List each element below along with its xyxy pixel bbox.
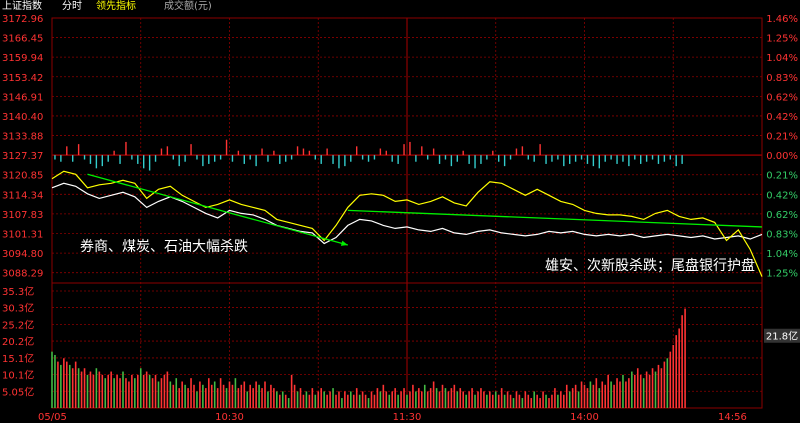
pct-tick-label: 0.62% (766, 210, 798, 221)
price-tick-label: 3101.31 (2, 230, 43, 241)
time-tick-label: 14:56 (718, 412, 747, 423)
volume-tick-label: 35.3亿 (2, 285, 34, 298)
pct-tick-label: 1.25% (766, 269, 798, 280)
pct-tick-label: 0.62% (766, 92, 798, 103)
pct-tick-label: 0.00% (766, 151, 798, 162)
price-tick-label: 3166.45 (2, 34, 43, 45)
time-tick-label: 05/05 (38, 412, 67, 423)
annotation-left: 券商、煤炭、石油大幅杀跌 (80, 239, 248, 255)
time-tick-label: 11:30 (393, 412, 422, 423)
pct-tick-label: 0.21% (766, 171, 798, 182)
pct-tick-label: 0.42% (766, 190, 798, 201)
pct-tick-label: 1.25% (766, 34, 798, 45)
volume-tick-label: 30.3亿 (2, 302, 34, 315)
price-tick-label: 3153.42 (2, 73, 43, 84)
volume-tick-label: 15.1亿 (2, 352, 34, 365)
pct-tick-label: 1.04% (766, 53, 798, 64)
pct-tick-label: 0.21% (766, 132, 798, 143)
price-tick-label: 3159.94 (2, 53, 43, 64)
price-tick-label: 3172.96 (2, 14, 43, 25)
price-tick-label: 3133.88 (2, 132, 43, 143)
trend-line (87, 173, 349, 246)
volume-tick-label: 20.2亿 (2, 335, 34, 348)
volume-tick-label: 10.1亿 (2, 369, 34, 382)
price-tick-label: 3114.34 (2, 190, 43, 201)
price-tick-label: 3146.91 (2, 92, 43, 103)
price-tick-label: 3127.37 (2, 151, 43, 162)
time-tick-label: 10:30 (215, 412, 244, 423)
price-tick-label: 3120.85 (2, 171, 43, 182)
volume-tick-label: 5.05亿 (2, 385, 34, 398)
price-tick-label: 3094.80 (2, 249, 43, 260)
pct-tick-label: 0.83% (766, 230, 798, 241)
pct-tick-label: 0.42% (766, 112, 798, 123)
pct-tick-label: 1.46% (766, 14, 798, 25)
pct-tick-label: 1.04% (766, 249, 798, 260)
price-tick-label: 3088.29 (2, 269, 43, 280)
price-tick-label: 3140.40 (2, 112, 43, 123)
annotation-right: 雄安、次新股杀跌；尾盘银行护盘 (545, 258, 755, 274)
time-tick-label: 14:00 (570, 412, 599, 423)
pct-tick-label: 0.83% (766, 73, 798, 84)
volume-current-label: 21.8亿 (766, 330, 798, 343)
volume-tick-label: 25.2亿 (2, 318, 34, 331)
intraday-chart: 3172.96 1.46% 3166.45 1.25% 3159.94 1.04% 3153… (2, 14, 800, 423)
price-tick-label: 3107.83 (2, 210, 43, 221)
